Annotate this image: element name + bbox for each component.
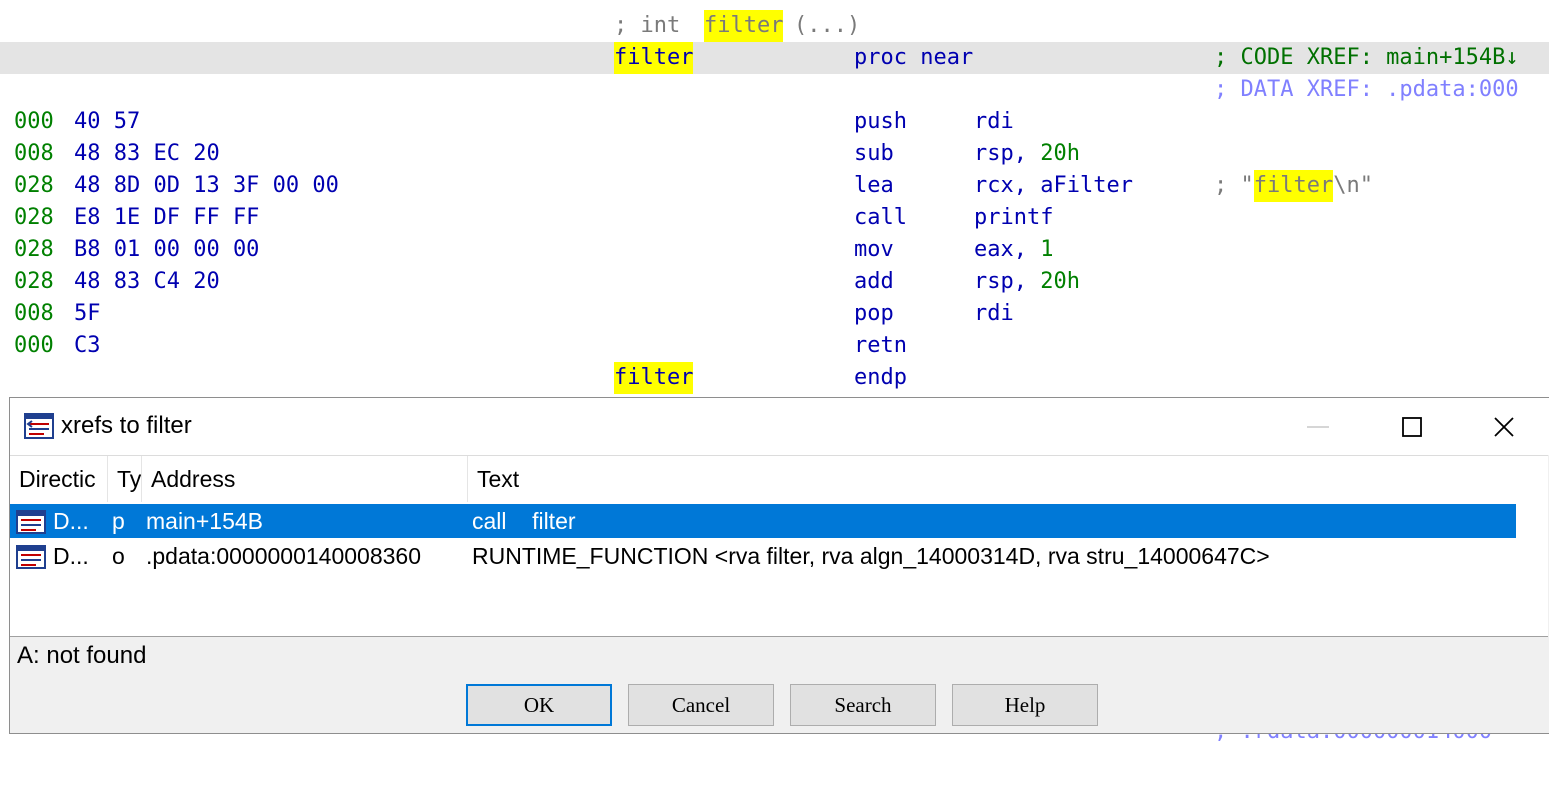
stack-pointer-offset: 028 <box>14 269 54 294</box>
xref-text: RUNTIME_FUNCTION <rva filter, rva algn_1… <box>472 543 1270 569</box>
opcode-bytes: E8 1E DF FF FF <box>74 205 260 230</box>
instruction-line[interactable]: 028 B8 01 00 00 00 mov eax, 1 <box>0 234 1549 266</box>
operand-immediate[interactable]: 20h <box>1040 266 1080 298</box>
instruction-line[interactable]: 008 5F pop rdi <box>0 298 1549 330</box>
endp-keyword: endp <box>854 365 907 390</box>
xref-text: call filter <box>472 508 576 534</box>
xref-type: o <box>112 543 125 569</box>
proc-name[interactable]: filter <box>614 42 694 74</box>
maximize-button[interactable] <box>1366 398 1458 455</box>
xref-type: p <box>112 508 125 534</box>
proc-end-line[interactable]: filter endp <box>0 362 1549 394</box>
operand[interactable]: rsp, <box>974 138 1040 170</box>
string-comment-close: \n" <box>1333 173 1373 198</box>
ok-button[interactable]: OK <box>466 684 612 726</box>
mnemonic[interactable]: push <box>854 106 907 138</box>
xref-address: .pdata:0000000140008360 <box>146 543 422 569</box>
column-header-text[interactable]: Text <box>468 456 1516 502</box>
xref-icon <box>16 509 46 534</box>
xref-row[interactable]: D... o .pdata:0000000140008360 RUNTIME_FUNC… <box>10 539 1516 573</box>
mnemonic[interactable]: retn <box>854 330 907 362</box>
mnemonic[interactable]: add <box>854 266 894 298</box>
operand[interactable]: rdi <box>974 106 1014 138</box>
stack-pointer-offset: 028 <box>14 173 54 198</box>
stack-pointer-offset: 008 <box>14 301 54 326</box>
xrefs-icon <box>24 413 54 439</box>
column-header-type[interactable]: Ty <box>108 456 142 502</box>
xref-direction: D... <box>53 508 89 534</box>
mnemonic[interactable]: call <box>854 202 907 234</box>
proc-start-line[interactable]: filter proc near ; CODE XREF: main+154B↓ <box>0 42 1549 74</box>
maximize-icon <box>1402 417 1422 437</box>
opcode-bytes: 40 57 <box>74 109 141 134</box>
instruction-line[interactable]: 000 C3 retn <box>0 330 1549 362</box>
xrefs-dialog: xrefs to filter Directic Ty Address Text… <box>9 397 1549 734</box>
instruction-line[interactable]: 008 48 83 EC 20 sub rsp, 20h <box>0 138 1549 170</box>
proc-keyword: proc near <box>854 45 974 70</box>
column-header-address[interactable]: Address <box>142 456 468 502</box>
list-header: Directic Ty Address Text <box>10 456 1516 504</box>
close-button[interactable] <box>1458 398 1549 455</box>
opcode-bytes: 5F <box>74 301 101 326</box>
close-icon <box>1494 417 1514 437</box>
column-header-direction[interactable]: Directic <box>10 456 108 502</box>
status-text: A: not found <box>17 642 147 669</box>
operand[interactable]: printf <box>974 202 1053 234</box>
mnemonic[interactable]: pop <box>854 298 894 330</box>
mnemonic[interactable]: sub <box>854 138 894 170</box>
opcode-bytes: C3 <box>74 333 101 358</box>
operand[interactable]: rdi <box>974 298 1014 330</box>
stack-pointer-offset: 000 <box>14 333 54 358</box>
endp-name[interactable]: filter <box>614 362 694 394</box>
list-scroll-area <box>1516 456 1548 636</box>
comment-suffix: (...) <box>794 13 861 38</box>
xref-direction: D... <box>53 543 89 569</box>
data-xref-line: ; DATA XREF: .pdata:000 <box>0 74 1549 106</box>
opcode-bytes: B8 01 00 00 00 <box>74 237 260 262</box>
operand[interactable]: eax, <box>974 234 1040 266</box>
stack-pointer-offset: 028 <box>14 237 54 262</box>
string-comment-open: ; " <box>1214 173 1254 198</box>
function-signature-comment: ; int filter (...) <box>0 10 1549 42</box>
string-comment-highlight[interactable]: filter <box>1253 170 1334 202</box>
dialog-titlebar[interactable]: xrefs to filter <box>10 398 1549 455</box>
xrefs-list[interactable]: Directic Ty Address Text D... p main+154B c… <box>10 455 1548 637</box>
code-xref-comment[interactable]: ; CODE XREF: main+154B↓ <box>1214 42 1519 74</box>
xref-address: main+154B <box>146 508 263 534</box>
search-button[interactable]: Search <box>790 684 936 726</box>
operand[interactable]: rsp, <box>974 266 1040 298</box>
operand-immediate[interactable]: 20h <box>1040 138 1080 170</box>
mnemonic[interactable]: lea <box>854 170 894 202</box>
instruction-line[interactable]: 000 40 57 push rdi <box>0 106 1549 138</box>
stack-pointer-offset: 008 <box>14 141 54 166</box>
stack-pointer-offset: 000 <box>14 109 54 134</box>
mnemonic[interactable]: mov <box>854 234 894 266</box>
instruction-line[interactable]: 028 48 8D 0D 13 3F 00 00 lea rcx, aFilter ; … <box>0 170 1549 202</box>
xref-row[interactable]: D... p main+154B call filter <box>10 504 1516 538</box>
operand-immediate[interactable]: 1 <box>1040 234 1053 266</box>
cancel-button[interactable]: Cancel <box>628 684 774 726</box>
minimize-icon <box>1307 426 1329 428</box>
operand[interactable]: rcx, aFilter <box>974 170 1133 202</box>
opcode-bytes: 48 83 EC 20 <box>74 141 220 166</box>
opcode-bytes: 48 83 C4 20 <box>74 269 220 294</box>
opcode-bytes: 48 8D 0D 13 3F 00 00 <box>74 173 339 198</box>
data-xref-comment[interactable]: ; DATA XREF: .pdata:000 <box>1214 74 1519 106</box>
stack-pointer-offset: 028 <box>14 205 54 230</box>
instruction-line[interactable]: 028 48 83 C4 20 add rsp, 20h <box>0 266 1549 298</box>
comment-func-name[interactable]: filter <box>704 10 784 42</box>
comment-prefix: ; int <box>614 13 694 38</box>
minimize-button[interactable] <box>1272 398 1364 455</box>
xref-icon <box>16 544 46 569</box>
dialog-title: xrefs to filter <box>61 412 192 439</box>
help-button[interactable]: Help <box>952 684 1098 726</box>
instruction-line[interactable]: 028 E8 1E DF FF FF call printf <box>0 202 1549 234</box>
